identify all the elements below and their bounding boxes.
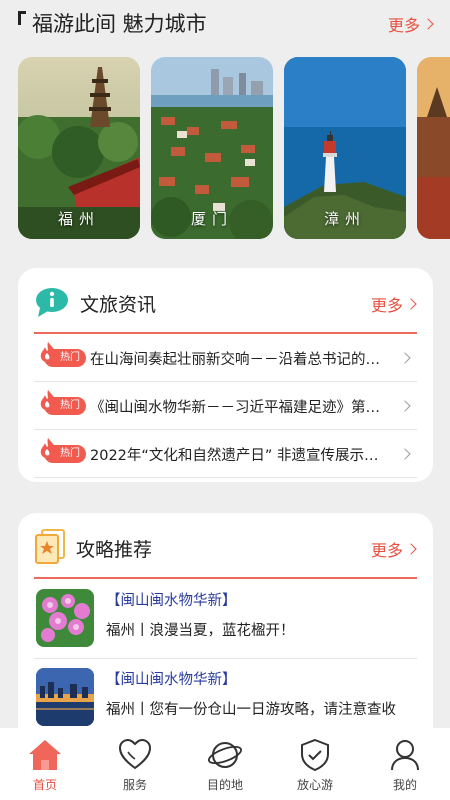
city-card-partial[interactable] xyxy=(417,57,450,239)
guides-divider xyxy=(34,577,417,579)
news-item-title: 《闽山闽水物华新－－习近平福建足迹》第一集 xyxy=(90,400,391,416)
guide-item-tag: 【闽山闽水物华新】 xyxy=(106,593,237,609)
city-card-fuzhou[interactable]: 福州 xyxy=(18,57,140,239)
bottom-tab-bar: 首页 服务 目的地 放心游 我的 xyxy=(0,728,450,800)
guide-item-tag: 【闽山闽水物华新】 xyxy=(106,672,237,688)
heart-icon xyxy=(118,738,152,770)
guides-card-title: 攻略推荐 xyxy=(76,539,153,561)
news-item[interactable]: 热门 2022年“文化和自然遗产日” 非遗宣传展示活动 xyxy=(34,430,417,478)
city-name-label: 漳州 xyxy=(323,210,366,228)
tab-mine[interactable]: 我的 xyxy=(360,728,450,800)
hot-tag: 热门 xyxy=(38,390,86,415)
city-section-header: 福游此间 魅力城市 更多 xyxy=(0,0,450,46)
chevron-right-icon xyxy=(399,448,411,460)
tab-label: 我的 xyxy=(392,778,417,792)
cangshan-sunset-photo xyxy=(36,668,94,726)
flame-icon xyxy=(40,438,56,458)
tab-label: 目的地 xyxy=(206,778,243,792)
hot-tag: 热门 xyxy=(38,438,86,463)
news-item[interactable]: 热门 《闽山闽水物华新－－习近平福建足迹》第一集 xyxy=(34,382,417,430)
chevron-right-icon xyxy=(422,18,434,30)
news-item-title: 2022年“文化和自然遗产日” 非遗宣传展示活动 xyxy=(90,448,391,464)
flame-icon xyxy=(40,342,56,362)
news-item[interactable]: 热门 在山海间奏起壮丽新交响－－沿着总书记的足迹 xyxy=(34,334,417,382)
guides-more-link[interactable]: 更多 xyxy=(370,537,417,561)
user-icon xyxy=(391,740,419,771)
tab-safe-travel[interactable]: 放心游 xyxy=(270,728,360,800)
city-more-label: 更多 xyxy=(387,16,420,35)
planet-icon xyxy=(208,742,242,768)
news-more-label: 更多 xyxy=(370,296,403,315)
city-card-xiamen[interactable]: 厦门 xyxy=(151,57,273,239)
news-item-title: 在山海间奏起壮丽新交响－－沿着总书记的足迹 xyxy=(90,352,391,368)
city-name-label: 厦门 xyxy=(190,210,233,228)
bookmark-star-icon xyxy=(35,529,65,564)
tab-home[interactable]: 首页 xyxy=(0,728,90,800)
chevron-right-icon xyxy=(405,543,417,555)
city-section-title: 福游此间 魅力城市 xyxy=(18,8,207,38)
city-carousel[interactable]: 福州 厦门 漳州 xyxy=(18,57,450,239)
hot-tag: 热门 xyxy=(38,342,86,367)
news-more-link[interactable]: 更多 xyxy=(370,292,417,316)
chevron-right-icon xyxy=(405,298,417,310)
tab-label: 服务 xyxy=(122,778,147,792)
news-card: 文旅资讯 更多 热门 在山海间奏起壮丽新交响－－沿着总书记的足迹 热门 《闽山闽… xyxy=(18,268,433,482)
guide-thumbnail xyxy=(36,589,94,647)
title-bracket-decoration xyxy=(18,11,26,25)
news-card-header: 文旅资讯 更多 xyxy=(18,268,433,334)
tab-destination[interactable]: 目的地 xyxy=(180,728,270,800)
guide-item[interactable]: 【闽山闽水物华新】 福州丨浪漫当夏，蓝花楹开！ xyxy=(34,581,417,659)
flame-icon xyxy=(40,390,56,410)
chevron-right-icon xyxy=(399,400,411,412)
orchid-flowers-photo xyxy=(36,589,94,647)
city-section-title-text: 福游此间 魅力城市 xyxy=(32,12,207,36)
tab-label: 放心游 xyxy=(296,778,333,792)
chevron-right-icon xyxy=(399,352,411,364)
guides-more-label: 更多 xyxy=(370,541,403,560)
city-name-label: 福州 xyxy=(57,210,100,228)
guide-item-desc: 福州丨浪漫当夏，蓝花楹开！ xyxy=(106,623,295,639)
guides-card-header: 攻略推荐 更多 xyxy=(18,513,433,579)
partial-city-photo xyxy=(417,57,450,239)
tab-label: 首页 xyxy=(32,778,57,792)
info-icon xyxy=(36,288,68,317)
tab-service[interactable]: 服务 xyxy=(90,728,180,800)
city-card-zhangzhou[interactable]: 漳州 xyxy=(284,57,406,239)
guide-item[interactable]: 【闽山闽水物华新】 福州丨您有一份仓山一日游攻略，请注意查收 xyxy=(34,660,417,738)
news-card-title: 文旅资讯 xyxy=(80,294,157,316)
guide-item-desc: 福州丨您有一份仓山一日游攻略，请注意查收 xyxy=(106,702,396,718)
home-icon xyxy=(29,740,61,770)
city-more-link[interactable]: 更多 xyxy=(387,12,434,36)
guides-card: 攻略推荐 更多 【闽山闽水物华新】 福州丨浪漫当夏，蓝花楹开！ 【闽山闽水物华新… xyxy=(18,513,433,753)
shield-check-icon xyxy=(301,738,329,772)
guide-thumbnail xyxy=(36,668,94,726)
